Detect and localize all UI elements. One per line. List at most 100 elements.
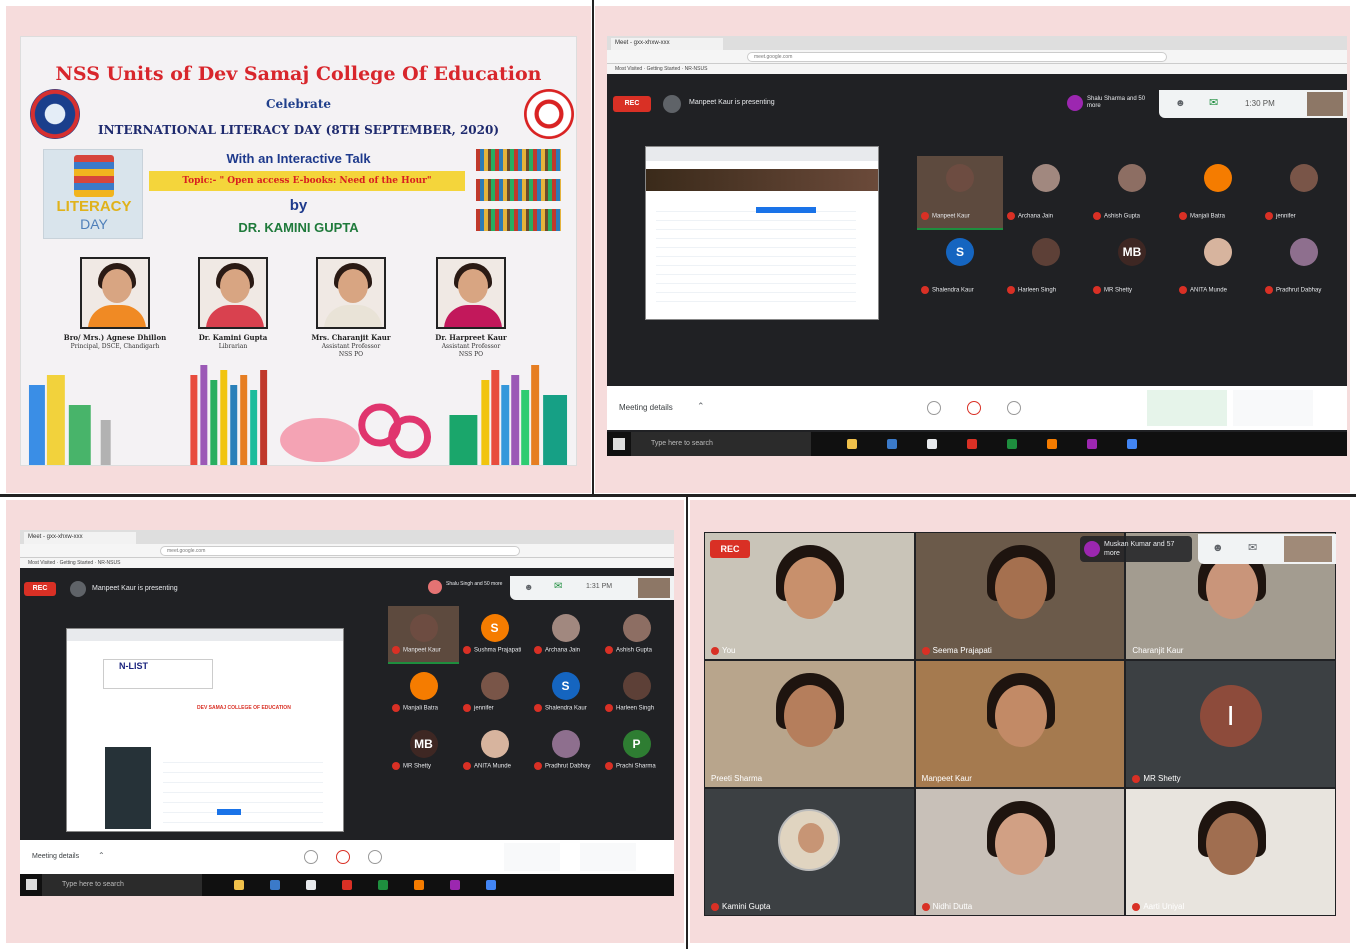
participant-name: Archana Jain <box>534 646 610 654</box>
participant-name: ANITA Munde <box>1179 286 1255 294</box>
mic-off-icon <box>463 646 471 654</box>
meeting-details-button[interactable]: Meeting details <box>619 403 673 412</box>
chat-icon[interactable]: ✉ <box>1248 541 1257 554</box>
browser-tab[interactable]: Meet - gxx-xhxw-xxx <box>611 38 723 50</box>
taskbar-app-icon[interactable] <box>1087 439 1097 449</box>
taskbar-app-icon[interactable] <box>342 880 352 890</box>
participant-name-text: Ashish Gupta <box>616 647 653 654</box>
taskbar-app-icon[interactable] <box>306 880 316 890</box>
participant-tile: Archana Jain <box>1003 156 1089 230</box>
taskbar-app-icon[interactable] <box>450 880 460 890</box>
windows-start-icon[interactable] <box>613 438 625 450</box>
participant-tile: Harleen Singh <box>1003 230 1089 304</box>
video-tile: Preeti Sharma <box>705 661 914 787</box>
taskbar-app-icon[interactable] <box>847 439 857 449</box>
taskbar-app-icon[interactable] <box>967 439 977 449</box>
meet-window-2: Meet - gxx-xhxw-xxx meet.google.com Most… <box>20 530 674 896</box>
participant-tile: Ashish Gupta <box>601 606 672 664</box>
participants-icon[interactable]: ☻ <box>1175 98 1186 109</box>
taskbar-app-icon[interactable] <box>414 880 424 890</box>
mic-button[interactable] <box>304 850 318 864</box>
participant-name-text: Manpeet Kaur <box>932 213 970 220</box>
chat-icon[interactable]: ✉ <box>554 581 562 592</box>
taskbar-app-icon[interactable] <box>270 880 280 890</box>
participant-name: Shalendra Kaur <box>921 286 997 294</box>
windows-taskbar: Type here to search <box>607 432 1347 456</box>
chat-icon[interactable]: ✉ <box>1209 96 1218 109</box>
shared-sidebar <box>105 747 151 829</box>
taskbar-app-icon[interactable] <box>887 439 897 449</box>
turn-off-captions-button[interactable] <box>1147 390 1227 426</box>
participant-avatar <box>480 672 509 700</box>
face-shape <box>1205 813 1258 875</box>
participant-tile: P Prachi Sharma <box>601 722 672 780</box>
speaker-role: Assistant Professor NSS PO <box>321 343 381 358</box>
mic-off-icon <box>1179 212 1187 220</box>
participants-icon[interactable]: ☻ <box>1212 542 1224 554</box>
meeting-details-button[interactable]: Meeting details <box>32 853 79 860</box>
present-now-button[interactable] <box>1233 390 1313 426</box>
video-tile: Aarti Uniyal <box>1126 789 1335 915</box>
mic-button[interactable] <box>927 401 941 415</box>
mic-off-icon <box>921 286 929 294</box>
participant-name: Shalendra Kaur <box>534 704 610 712</box>
end-call-button[interactable] <box>336 850 350 864</box>
presenting-label: Manpeet Kaur is presenting <box>689 99 775 106</box>
participant-name: Kamini Gupta <box>722 902 771 911</box>
taskbar-app-icon[interactable] <box>486 880 496 890</box>
mic-off-icon <box>1093 212 1101 220</box>
taskbar-app-icon[interactable] <box>927 439 937 449</box>
speaker-name: Dr. Harpreet Kaur <box>435 333 507 342</box>
meeting-time: 1:30 PM <box>1245 99 1275 108</box>
present-now-button[interactable] <box>580 843 636 871</box>
address-bar[interactable]: meet.google.com <box>160 546 520 556</box>
literacy-day-poster: NSS Units of Dev Samaj College Of Educat… <box>20 36 577 466</box>
video-tile: Kamini Gupta <box>705 789 914 915</box>
participant-tile: Archana Jain <box>530 606 601 664</box>
taskbar-app-icon[interactable] <box>1127 439 1137 449</box>
presenter-chip: Muskan Kumar and 57 more <box>1080 536 1192 562</box>
face-shape <box>784 685 837 747</box>
participant-name: Manpeet Kaur <box>392 646 468 654</box>
video-tile-label: Manpeet Kaur <box>922 774 972 783</box>
camera-button[interactable] <box>1007 401 1021 415</box>
meet-screenshot-1: Meet - gxx-xhxw-xxx meet.google.com Most… <box>595 6 1350 493</box>
participant-name: Ashish Gupta <box>605 646 674 654</box>
chevron-up-icon[interactable]: ⌃ <box>697 401 705 412</box>
windows-start-icon[interactable] <box>26 879 37 890</box>
taskbar-app-icon[interactable] <box>234 880 244 890</box>
video-tile-label: Kamini Gupta <box>711 902 770 911</box>
browser-tab[interactable]: Meet - gxx-xhxw-xxx <box>24 532 136 544</box>
turn-off-captions-button[interactable] <box>504 843 560 871</box>
participants-icon[interactable]: ☻ <box>524 582 533 592</box>
address-bar[interactable]: meet.google.com <box>747 52 1167 62</box>
vertical-divider-bottom <box>686 497 688 949</box>
mic-off-icon <box>921 212 929 220</box>
mic-off-icon <box>534 704 542 712</box>
pencils-illustration <box>28 365 568 465</box>
participant-tile: S Shalendra Kaur <box>917 230 1003 304</box>
taskbar-app-icon[interactable] <box>1007 439 1017 449</box>
taskbar-search[interactable]: Type here to search <box>631 432 811 456</box>
mic-off-icon <box>1007 212 1015 220</box>
chevron-up-icon[interactable]: ⌃ <box>98 851 105 860</box>
participant-name-text: Ashish Gupta <box>1104 213 1141 220</box>
participant-tile: MB MR Shetty <box>1089 230 1175 304</box>
participant-name-text: Prachi Sharma <box>616 763 656 770</box>
participant-avatar <box>480 730 509 758</box>
horizontal-divider <box>0 494 1356 497</box>
taskbar-app-icon[interactable] <box>378 880 388 890</box>
participant-avatar <box>1118 164 1146 192</box>
bookmarks-bar: Most Visited · Getting Started · NR-NSUS <box>20 558 674 568</box>
chip-avatar <box>1084 541 1100 557</box>
rec-badge: REC <box>613 96 651 112</box>
shared-title: N-LIST <box>119 661 148 671</box>
taskbar-app-icon[interactable] <box>1047 439 1057 449</box>
taskbar-search[interactable]: Type here to search <box>42 874 202 896</box>
body-shape <box>324 305 382 327</box>
camera-button[interactable] <box>368 850 382 864</box>
participant-photo-avatar <box>778 809 841 871</box>
participant-avatar <box>551 614 580 642</box>
mic-off-icon <box>605 762 613 770</box>
end-call-button[interactable] <box>967 401 981 415</box>
